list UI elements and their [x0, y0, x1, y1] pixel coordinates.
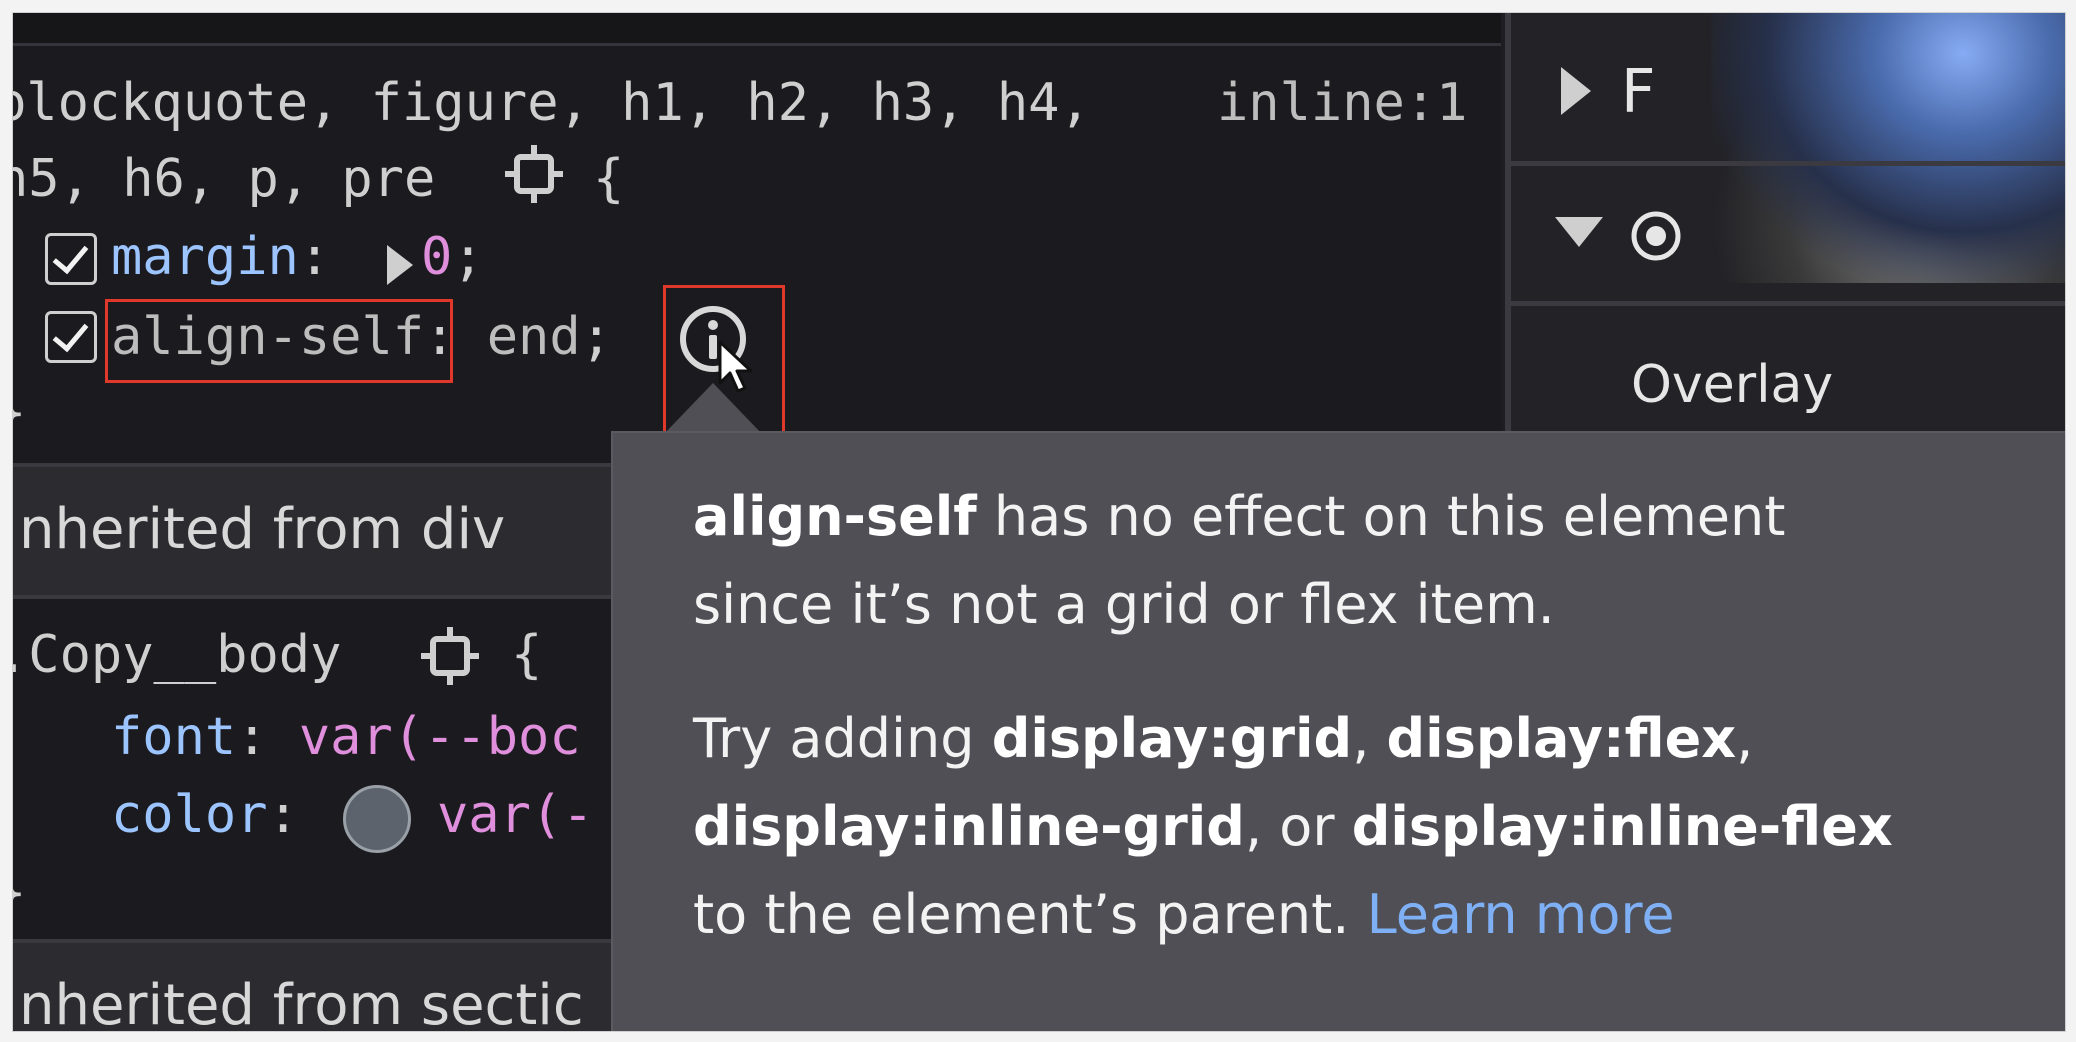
tooltip-code-display-inline-flex: display:inline-flex [1351, 795, 1893, 858]
rule1-open-brace: { [593, 149, 625, 209]
align-self-value[interactable]: end [487, 307, 581, 367]
selector-target-icon[interactable] [503, 143, 565, 205]
tooltip-line-3: Try adding display:grid, display:flex, [693, 695, 1753, 783]
align-self-tooltip: align-self has no effect on this element… [613, 433, 2065, 1031]
inherited-from-section-label: nherited from sectic [19, 973, 584, 1031]
margin-checkbox[interactable] [45, 233, 97, 285]
learn-more-link[interactable]: Learn more [1367, 883, 1675, 946]
side-section-row-1[interactable]: F [1511, 23, 2065, 166]
tooltip-line-1-rest: has no effect on this element [976, 485, 1786, 548]
color-swatch-icon[interactable] [343, 785, 411, 853]
tooltip-code-display-flex: display:flex [1386, 707, 1737, 770]
rule2-close-brace: } [13, 855, 26, 931]
tooltip-to-parent: to the element’s parent. [693, 883, 1367, 946]
tooltip-sep-3: , or [1244, 795, 1352, 858]
margin-value-wrap[interactable]: 0; [421, 219, 484, 295]
tooltip-property-name: align-self [693, 485, 977, 548]
tooltip-line-1: align-self has no effect on this element [693, 473, 1785, 561]
color-declaration[interactable]: color: [111, 777, 330, 853]
inherited-from-div-label: nherited from div [19, 497, 506, 562]
tooltip-line-5: to the element’s parent. Learn more [693, 871, 1675, 959]
align-self-checkbox[interactable] [45, 311, 97, 363]
margin-declaration[interactable]: margin: [111, 219, 361, 295]
side-row-1-label: F [1621, 57, 1656, 127]
color-property-name[interactable]: color [111, 785, 268, 845]
rule1-source-link[interactable]: inline:1 [1217, 65, 1467, 141]
margin-value[interactable]: 0 [421, 227, 452, 287]
font-property-name[interactable]: font [111, 707, 236, 767]
tooltip-line-4: display:inline-grid, or display:inline-f… [693, 783, 1893, 871]
font-declaration[interactable]: font: var(--boc [111, 699, 581, 775]
color-value-wrap[interactable]: var(- [437, 777, 594, 853]
tooltip-arrow [663, 383, 763, 435]
font-value[interactable]: var(--boc [299, 707, 581, 767]
tooltip-sep-2: , [1736, 707, 1754, 770]
tooltip-sep-1: , [1352, 707, 1387, 770]
pane-top-divider [13, 13, 1501, 46]
color-value[interactable]: var(- [437, 785, 594, 845]
rule1-selector-line1[interactable]: blockquote, figure, h1, h2, h3, h4, [13, 65, 1091, 141]
devtools-frame: blockquote, figure, h1, h2, h3, h4, inli… [12, 12, 2066, 1032]
expand-shorthand-icon[interactable] [387, 245, 413, 285]
rule2-selector[interactable]: .Copy__body [13, 617, 341, 693]
side-section-row-2[interactable] [1511, 163, 2065, 306]
tooltip-try-adding: Try adding [693, 707, 992, 770]
expand-triangle-icon[interactable] [1561, 67, 1591, 115]
selector-target-icon-2[interactable] [419, 625, 481, 687]
tooltip-code-display-grid: display:grid [991, 707, 1353, 770]
collapse-triangle-icon[interactable] [1555, 217, 1603, 247]
rule1-selector-line2[interactable]: h5, h6, p, pre [13, 141, 435, 217]
rule1-close-brace: } [13, 375, 26, 451]
align-self-highlight [105, 299, 453, 383]
radio-eye-icon[interactable] [1629, 209, 1683, 263]
margin-property-name[interactable]: margin [111, 227, 299, 287]
tooltip-code-display-inline-grid: display:inline-grid [693, 795, 1245, 858]
tooltip-line-2: since it’s not a grid or flex item. [693, 573, 1555, 636]
rule2-open-brace: { [511, 625, 543, 685]
overlay-heading: Overlay [1631, 355, 1834, 415]
